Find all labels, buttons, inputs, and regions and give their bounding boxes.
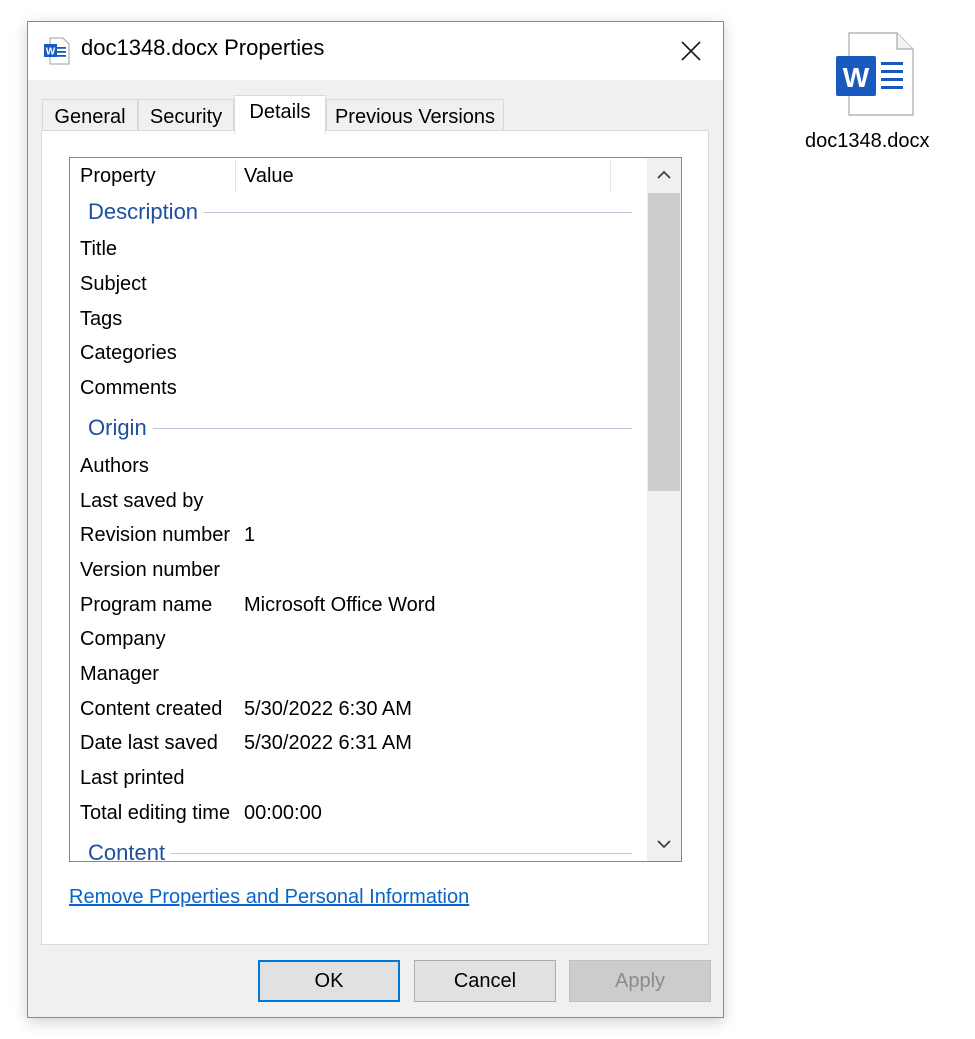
group-header-origin: Origin	[70, 411, 647, 447]
property-row[interactable]: Total editing time 00:00:00	[70, 796, 647, 830]
property-row[interactable]: Last printed	[70, 761, 647, 795]
remove-properties-link[interactable]: Remove Properties and Personal Informati…	[69, 886, 469, 909]
property-name: Program name	[80, 594, 213, 616]
word-doc-icon[interactable]: W	[835, 32, 915, 116]
property-value[interactable]: 1	[244, 524, 255, 547]
chevron-down-icon	[657, 840, 671, 849]
property-row[interactable]: Comments	[70, 371, 647, 405]
column-header-value[interactable]: Value	[244, 158, 294, 194]
details-panel: Property Value Description Title Subject…	[41, 130, 709, 945]
property-name: Version number	[80, 559, 221, 581]
tab-security[interactable]: Security	[138, 99, 234, 133]
ok-button[interactable]: OK	[258, 960, 400, 1002]
property-name: Manager	[80, 663, 159, 685]
property-name: Last printed	[80, 767, 185, 789]
property-value[interactable]: Microsoft Office Word	[244, 594, 436, 617]
property-row[interactable]: Content created 5/30/2022 6:30 AM	[70, 692, 647, 726]
property-row[interactable]: Revision number 1	[70, 518, 647, 552]
column-header-property[interactable]: Property	[80, 158, 156, 194]
vertical-scrollbar[interactable]	[647, 158, 681, 861]
property-name: Tags	[80, 308, 123, 330]
group-label: Description	[88, 199, 205, 225]
property-row[interactable]: Authors	[70, 449, 647, 483]
title-bar: W doc1348.docx Properties	[28, 22, 723, 80]
property-name: Authors	[80, 455, 149, 477]
group-label: Content	[88, 840, 172, 861]
property-name: Subject	[80, 273, 147, 295]
scroll-thumb[interactable]	[648, 193, 680, 491]
property-row[interactable]: Version number	[70, 553, 647, 587]
property-name: Title	[80, 238, 118, 260]
property-value[interactable]: 5/30/2022 6:30 AM	[244, 698, 412, 721]
column-separator[interactable]	[610, 160, 611, 192]
properties-dialog: W doc1348.docx Properties General Securi…	[27, 21, 724, 1018]
property-name: Content created	[80, 698, 223, 720]
tab-general[interactable]: General	[42, 99, 138, 133]
property-row[interactable]: Tags	[70, 302, 647, 336]
close-button[interactable]	[659, 22, 723, 80]
tab-previous-versions[interactable]: Previous Versions	[326, 99, 504, 133]
scroll-down-button[interactable]	[647, 827, 681, 861]
property-name: Date last saved	[80, 732, 218, 754]
property-name: Comments	[80, 377, 177, 399]
cancel-button[interactable]: Cancel	[414, 960, 556, 1002]
property-name: Revision number	[80, 524, 231, 546]
column-separator[interactable]	[235, 160, 236, 192]
property-value[interactable]: 00:00:00	[244, 802, 322, 825]
tab-strip: General Security Details Previous Versio…	[42, 95, 722, 134]
property-name: Categories	[80, 342, 177, 364]
group-header-description: Description	[70, 195, 647, 231]
svg-text:W: W	[46, 47, 56, 58]
property-row[interactable]: Title	[70, 232, 647, 266]
chevron-up-icon	[657, 170, 671, 179]
window-title: doc1348.docx Properties	[81, 35, 325, 60]
property-row[interactable]: Date last saved 5/30/2022 6:31 AM	[70, 726, 647, 760]
tab-details[interactable]: Details	[234, 95, 326, 134]
close-icon	[681, 41, 701, 61]
property-name: Company	[80, 628, 166, 650]
property-value[interactable]: 5/30/2022 6:31 AM	[244, 732, 412, 755]
property-name: Last saved by	[80, 490, 204, 512]
list-header: Property Value	[70, 158, 647, 194]
property-row[interactable]: Last saved by	[70, 484, 647, 518]
property-row[interactable]: Program name Microsoft Office Word	[70, 588, 647, 622]
apply-button[interactable]: Apply	[569, 960, 711, 1002]
group-label: Origin	[88, 415, 153, 441]
svg-text:W: W	[843, 62, 870, 93]
property-name: Total editing time	[80, 802, 231, 824]
group-header-content: Content	[70, 836, 647, 861]
desktop-file-label[interactable]: doc1348.docx	[805, 130, 930, 153]
scroll-up-button[interactable]	[647, 158, 681, 192]
group-divider	[88, 428, 632, 429]
property-row[interactable]: Manager	[70, 657, 647, 691]
properties-list[interactable]: Property Value Description Title Subject…	[69, 157, 682, 862]
property-row[interactable]: Subject	[70, 267, 647, 301]
property-row[interactable]: Company	[70, 622, 647, 656]
word-doc-icon: W	[44, 37, 70, 65]
property-row[interactable]: Categories	[70, 336, 647, 370]
